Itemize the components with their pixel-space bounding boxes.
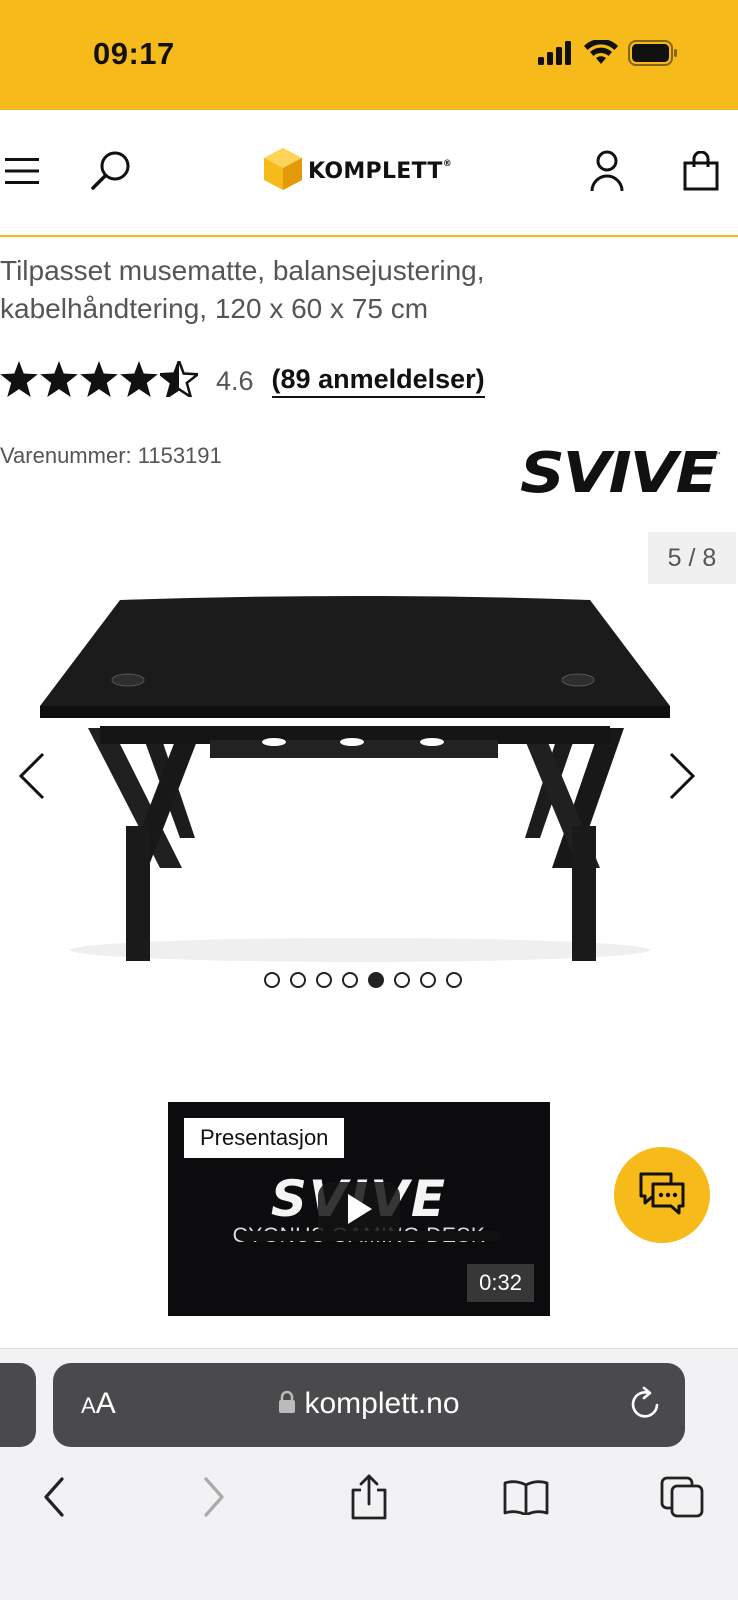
previous-tab-preview[interactable] bbox=[0, 1363, 36, 1447]
star-icon bbox=[80, 360, 118, 402]
gallery-dot[interactable] bbox=[394, 972, 410, 988]
account-icon bbox=[590, 150, 624, 197]
gallery-next-button[interactable] bbox=[660, 748, 704, 808]
rating-row: 4.6 (89 anmeldelser) bbox=[0, 356, 485, 402]
komplett-logo-icon bbox=[264, 148, 302, 195]
play-icon bbox=[346, 1193, 372, 1229]
site-header: KOMPLETT® bbox=[0, 110, 738, 237]
back-icon bbox=[42, 1476, 66, 1522]
subtitle-line-1: Tilpasset musematte, balansejustering, bbox=[0, 255, 485, 286]
search-icon bbox=[90, 150, 132, 197]
video-duration: 0:32 bbox=[467, 1264, 534, 1302]
status-icons bbox=[538, 38, 678, 71]
product-gallery[interactable]: 5 / 8 bbox=[0, 528, 738, 998]
svg-text:SVIVE: SVIVE bbox=[520, 448, 718, 498]
chat-button[interactable] bbox=[614, 1147, 710, 1243]
gallery-prev-button[interactable] bbox=[10, 748, 54, 808]
url-display[interactable]: komplett.no bbox=[53, 1387, 685, 1422]
back-button[interactable] bbox=[30, 1475, 78, 1523]
logo-text: KOMPLETT® bbox=[308, 159, 453, 184]
gallery-dot-active[interactable] bbox=[368, 972, 384, 988]
image-counter: 5 / 8 bbox=[648, 532, 736, 584]
gallery-dot[interactable] bbox=[290, 972, 306, 988]
bookmarks-button[interactable] bbox=[502, 1475, 550, 1523]
bookmarks-icon bbox=[503, 1479, 549, 1520]
menu-button[interactable] bbox=[0, 150, 46, 196]
cart-icon bbox=[683, 150, 719, 196]
product-subtitle: Tilpasset musematte, balansejustering, k… bbox=[0, 252, 600, 328]
gallery-dot[interactable] bbox=[342, 972, 358, 988]
chevron-left-icon bbox=[17, 752, 47, 805]
svg-text:™: ™ bbox=[714, 451, 722, 460]
battery-icon bbox=[628, 40, 678, 71]
account-button[interactable] bbox=[584, 150, 630, 196]
gallery-dots bbox=[0, 972, 738, 988]
sku: Varenummer: 1153191 bbox=[0, 443, 222, 468]
rating-value: 4.6 bbox=[216, 365, 254, 396]
star-icon bbox=[0, 360, 38, 402]
browser-toolbar: AA komplett.no bbox=[0, 1348, 738, 1600]
share-button[interactable] bbox=[345, 1474, 393, 1525]
search-button[interactable] bbox=[88, 150, 134, 196]
address-bar[interactable]: AA komplett.no bbox=[53, 1363, 685, 1447]
gallery-dot[interactable] bbox=[446, 972, 462, 988]
gallery-dot[interactable] bbox=[264, 972, 280, 988]
status-bar: 09:17 bbox=[0, 0, 738, 110]
signal-icon bbox=[538, 41, 574, 70]
cart-button[interactable] bbox=[678, 150, 724, 196]
video-label: Presentasjon bbox=[184, 1118, 345, 1158]
product-image[interactable] bbox=[30, 578, 690, 973]
url-text: komplett.no bbox=[304, 1387, 460, 1420]
half-star-icon bbox=[156, 356, 202, 402]
home-indicator[interactable] bbox=[237, 1231, 501, 1241]
chat-icon bbox=[637, 1170, 687, 1221]
forward-button[interactable] bbox=[190, 1475, 238, 1523]
star-icon bbox=[40, 360, 78, 402]
reload-icon[interactable] bbox=[629, 1385, 663, 1426]
forward-icon bbox=[202, 1476, 226, 1522]
komplett-logo[interactable]: KOMPLETT® bbox=[264, 148, 452, 195]
star-icon bbox=[120, 360, 158, 402]
browser-nav-row bbox=[0, 1469, 738, 1529]
presentation-video[interactable]: Presentasjon SVIVE CYGNUS GAMING DESK 0:… bbox=[168, 1102, 550, 1316]
reviews-link[interactable]: (89 anmeldelser) bbox=[271, 364, 485, 398]
gallery-dot[interactable] bbox=[420, 972, 436, 988]
chevron-right-icon bbox=[667, 752, 697, 805]
tabs-button[interactable] bbox=[658, 1475, 706, 1523]
menu-icon bbox=[5, 156, 41, 191]
status-time: 09:17 bbox=[93, 36, 175, 71]
svive-brand-logo[interactable]: SVIVE ™ bbox=[520, 441, 722, 506]
wifi-icon bbox=[584, 38, 618, 71]
share-icon bbox=[349, 1474, 389, 1525]
lock-icon bbox=[278, 1388, 296, 1422]
tabs-icon bbox=[660, 1476, 704, 1523]
subtitle-line-2: kabelhåndtering, 120 x 60 x 75 cm bbox=[0, 293, 429, 324]
gallery-dot[interactable] bbox=[316, 972, 332, 988]
rating-stars bbox=[0, 356, 202, 402]
